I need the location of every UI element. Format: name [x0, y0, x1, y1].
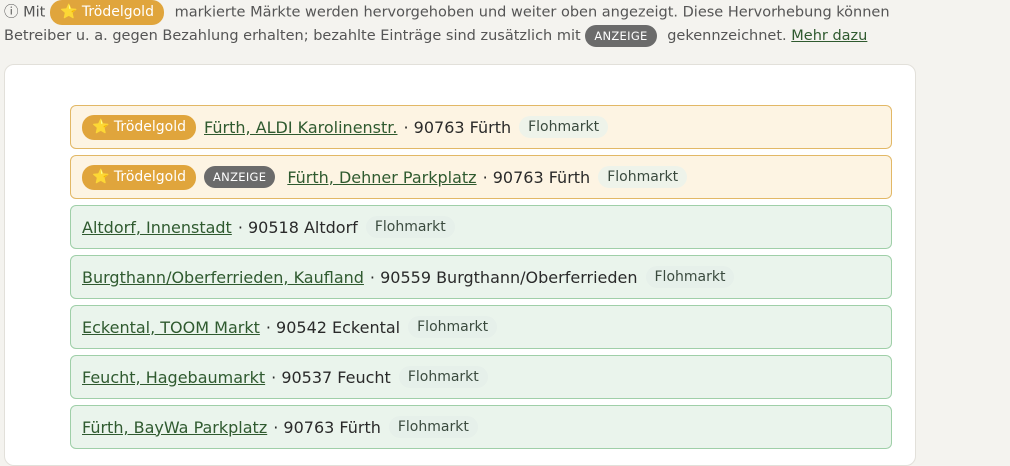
market-row: Feucht, Hagebaumarkt · 90537 Feucht Floh…: [70, 355, 892, 399]
market-address: · 90763 Fürth: [403, 117, 512, 137]
market-type-tag: Flohmarkt: [365, 216, 455, 238]
market-link[interactable]: Fürth, BayWa Parkplatz: [82, 418, 267, 437]
market-type-tag: Flohmarkt: [645, 266, 735, 288]
market-type-tag: Flohmarkt: [408, 316, 498, 338]
notice-line-2: Betreiber u. a. gegen Bezahlung erhalten…: [4, 24, 904, 48]
market-link[interactable]: Feucht, Hagebaumarkt: [82, 368, 265, 387]
troedelgold-badge: ⭐ Trödelgold: [49, 0, 164, 25]
notice-line-1: ⓘ Mit ⭐ Trödelgold markierte Märkte werd…: [4, 0, 904, 25]
notice-text-3: gekennzeichnet.: [667, 28, 787, 44]
market-link[interactable]: Fürth, Dehner Parkplatz: [287, 168, 476, 187]
market-row: Fürth, BayWa Parkplatz · 90763 Fürth Flo…: [70, 405, 892, 449]
mehr-dazu-link[interactable]: Mehr dazu: [791, 28, 867, 44]
info-icon: ⓘ: [4, 4, 19, 21]
market-type-tag: Flohmarkt: [519, 116, 609, 138]
anzeige-badge: ANZEIGE: [585, 25, 657, 47]
market-link[interactable]: Burgthann/Oberferrieden, Kaufland: [82, 268, 364, 287]
market-link[interactable]: Fürth, ALDI Karolinenstr.: [204, 118, 397, 137]
market-type-tag: Flohmarkt: [598, 166, 688, 188]
anzeige-badge: ANZEIGE: [204, 166, 276, 188]
market-address: · 90537 Feucht: [271, 367, 391, 387]
market-type-tag: Flohmarkt: [398, 366, 488, 388]
promotion-notice: ⓘ Mit ⭐ Trödelgold markierte Märkte werd…: [4, 0, 904, 48]
market-row: ⭐ Trödelgold ANZEIGE Fürth, Dehner Parkp…: [70, 155, 892, 199]
market-address: · 90559 Burgthann/Oberferrieden: [369, 267, 638, 287]
notice-text-1: markierte Märkte werden hervorgehoben un…: [174, 4, 890, 21]
notice-text-2: Betreiber u. a. gegen Bezahlung erhalten…: [4, 28, 581, 44]
market-row: Eckental, TOOM Markt · 90542 Eckental Fl…: [70, 305, 892, 349]
market-link[interactable]: Altdorf, Innenstadt: [82, 218, 232, 237]
market-list: ⭐ Trödelgold Fürth, ALDI Karolinenstr. ·…: [70, 105, 892, 455]
market-type-tag: Flohmarkt: [388, 416, 478, 438]
market-address: · 90763 Fürth: [273, 417, 381, 437]
notice-prefix: Mit: [23, 4, 46, 21]
market-address: · 90542 Eckental: [265, 317, 401, 337]
market-link[interactable]: Eckental, TOOM Markt: [82, 318, 260, 337]
troedelgold-badge: ⭐ Trödelgold: [82, 114, 197, 140]
market-address: · 90763 Fürth: [482, 167, 591, 187]
market-row: Burgthann/Oberferrieden, Kaufland · 9055…: [70, 255, 892, 299]
market-row: Altdorf, Innenstadt · 90518 Altdorf Floh…: [70, 205, 892, 249]
troedelgold-badge: ⭐ Trödelgold: [82, 164, 197, 190]
market-address: · 90518 Altdorf: [237, 217, 358, 237]
market-list-panel: ⭐ Trödelgold Fürth, ALDI Karolinenstr. ·…: [4, 64, 916, 466]
market-row: ⭐ Trödelgold Fürth, ALDI Karolinenstr. ·…: [70, 105, 892, 149]
